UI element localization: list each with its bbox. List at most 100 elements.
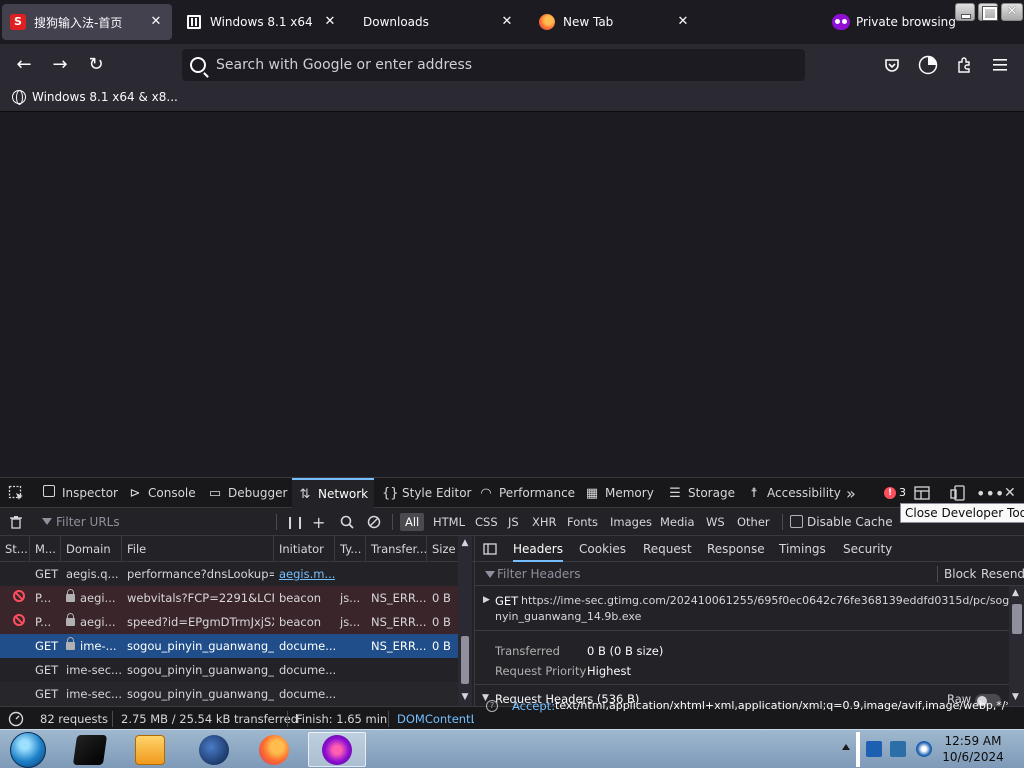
scroll-up-icon[interactable]: ▲ — [460, 538, 470, 548]
filter-all[interactable]: All — [400, 513, 425, 531]
column-method[interactable]: M... — [30, 536, 61, 562]
column-type[interactable]: Ty... — [335, 536, 366, 562]
bookmark-windows[interactable]: Windows 8.1 x64 & x8... — [12, 90, 178, 105]
menu-icon[interactable] — [989, 54, 1011, 76]
account-icon[interactable] — [917, 54, 939, 76]
element-picker-button[interactable] — [8, 478, 24, 508]
filter-html[interactable]: HTML — [428, 513, 470, 531]
tab-console[interactable]: ⊳ Console — [128, 478, 196, 508]
expand-triangle-icon[interactable]: ▶ — [483, 595, 490, 605]
tab-request[interactable]: Request — [643, 536, 692, 562]
table-row[interactable]: GET aegis.q... performance?dnsLookup=0& … — [0, 562, 458, 586]
close-icon[interactable]: ✕ — [148, 14, 164, 30]
column-initiator[interactable]: Initiator — [274, 536, 335, 562]
pocket-icon[interactable] — [881, 54, 903, 76]
tab-performance[interactable]: ◠ Performance — [479, 478, 575, 508]
start-button[interactable] — [0, 731, 56, 768]
reload-button[interactable]: ↻ — [84, 53, 108, 77]
tray-app-icon[interactable] — [890, 741, 906, 757]
scroll-down-icon[interactable]: ▼ — [460, 692, 470, 702]
taskbar-firefox-private[interactable] — [308, 732, 366, 767]
request-url-line1[interactable]: https://ime-sec.gtimg.com/202410061255/6… — [521, 594, 1009, 607]
window-close-button[interactable]: ✕ — [1001, 3, 1023, 21]
forward-button[interactable]: → — [48, 53, 72, 77]
tab-headers[interactable]: Headers — [513, 536, 563, 562]
tab-new-tab[interactable]: New Tab ✕ — [531, 0, 699, 44]
maximize-button[interactable] — [978, 3, 998, 21]
initiator-link[interactable]: aegis.m... — [279, 567, 335, 581]
table-row[interactable]: GET ime-sec... sogou_pinyin_guanwang_14 … — [0, 658, 458, 682]
address-bar[interactable] — [182, 49, 805, 81]
filter-other[interactable]: Other — [732, 513, 775, 531]
column-transferred[interactable]: Transfer... — [366, 536, 427, 562]
tab-downloads[interactable]: Downloads ✕ — [355, 0, 523, 44]
block-button[interactable]: Block — [944, 567, 976, 581]
taskbar-app-1[interactable] — [62, 732, 118, 767]
add-icon[interactable]: + — [312, 513, 325, 532]
filter-media[interactable]: Media — [655, 513, 700, 531]
tab-inspector[interactable]: Inspector — [42, 478, 118, 508]
disable-cache-checkbox[interactable] — [790, 515, 803, 528]
tab-storage[interactable]: ☰ Storage — [668, 478, 735, 508]
scroll-down-icon[interactable]: ▼ — [1012, 692, 1019, 702]
tab-timings[interactable]: Timings — [779, 536, 826, 562]
toggle-sidebar-icon[interactable] — [483, 536, 497, 562]
tab-security[interactable]: Security — [843, 536, 892, 562]
scrollbar-thumb[interactable] — [461, 636, 469, 684]
tab-sogou[interactable]: S 搜狗输入法-首页 ✕ — [2, 4, 172, 40]
close-icon[interactable]: ✕ — [675, 14, 691, 30]
back-button[interactable]: ← — [12, 53, 36, 77]
error-count-badge[interactable]: ! 3 — [884, 486, 906, 499]
filter-urls-input[interactable] — [40, 514, 270, 530]
tab-debugger[interactable]: ▭ Debugger — [208, 478, 288, 508]
scrollbar-thumb[interactable] — [1012, 604, 1022, 634]
column-file[interactable]: File — [122, 536, 274, 562]
more-tools-chevron-icon[interactable]: » — [846, 478, 856, 508]
help-icon[interactable]: ? — [486, 700, 498, 712]
close-icon[interactable]: ✕ — [499, 14, 515, 30]
column-size[interactable]: Size — [427, 536, 458, 562]
filter-js[interactable]: JS — [503, 513, 524, 531]
details-scrollbar[interactable]: ▲ ▼ — [1009, 586, 1024, 706]
tab-response[interactable]: Response — [707, 536, 765, 562]
pause-icon[interactable]: ❙❙ — [285, 513, 305, 531]
filter-images[interactable]: Images — [605, 513, 657, 531]
cell-initiator[interactable]: aegis.m... — [274, 562, 335, 586]
request-url-line2[interactable]: nyin_guanwang_14.9b.exe — [495, 610, 641, 623]
column-domain[interactable]: Domain — [61, 536, 122, 562]
table-row-selected[interactable]: GET ime-... sogou_pinyin_guanwang_14 doc… — [0, 634, 458, 658]
tray-network-icon[interactable] — [866, 741, 882, 757]
resend-button[interactable]: Resend — [981, 567, 1024, 581]
minimize-button[interactable] — [955, 3, 975, 21]
taskbar-globe-app[interactable] — [186, 732, 242, 767]
performance-analysis-icon[interactable] — [8, 707, 24, 731]
tray-expand-icon[interactable] — [842, 744, 850, 750]
tab-network[interactable]: ⇅ Network — [292, 478, 374, 508]
filter-fonts[interactable]: Fonts — [562, 513, 603, 531]
table-row[interactable]: P... aegi... speed?id=EPgmDTrmJxjSX0vp b… — [0, 610, 458, 634]
close-icon[interactable]: ✕ — [322, 14, 338, 30]
clear-requests-icon[interactable] — [9, 513, 23, 531]
address-input[interactable] — [216, 57, 776, 73]
search-icon[interactable] — [340, 513, 354, 531]
taskbar-media-player[interactable] — [122, 732, 178, 767]
tray-volume-icon[interactable] — [916, 741, 932, 757]
filter-xhr[interactable]: XHR — [527, 513, 562, 531]
taskbar-firefox[interactable] — [246, 732, 302, 767]
extensions-icon[interactable] — [953, 54, 975, 76]
filter-headers-input[interactable] — [483, 566, 923, 582]
column-status[interactable]: St... — [0, 536, 30, 562]
tab-memory[interactable]: ▦ Memory — [585, 478, 654, 508]
filter-ws[interactable]: WS — [701, 513, 730, 531]
block-requests-icon[interactable] — [367, 513, 381, 531]
table-row[interactable]: P... aegi... webvitals?FCP=2291&LCP=-1 b… — [0, 586, 458, 610]
tab-style-editor[interactable]: {} Style Editor — [382, 478, 471, 508]
system-clock[interactable]: 12:59 AM 10/6/2024 — [940, 733, 1006, 765]
request-table-scrollbar[interactable]: ▲ ▼ — [458, 536, 472, 706]
scroll-up-icon[interactable]: ▲ — [1012, 588, 1019, 598]
tab-accessibility[interactable]: ☨ Accessibility — [747, 478, 840, 508]
tab-windows[interactable]: Windows 8.1 x64 & x8… ✕ — [178, 0, 346, 44]
filter-css[interactable]: CSS — [470, 513, 503, 531]
tab-cookies[interactable]: Cookies — [579, 536, 626, 562]
table-row[interactable]: GET ime-sec... sogou_pinyin_guanwang_14 … — [0, 682, 458, 706]
